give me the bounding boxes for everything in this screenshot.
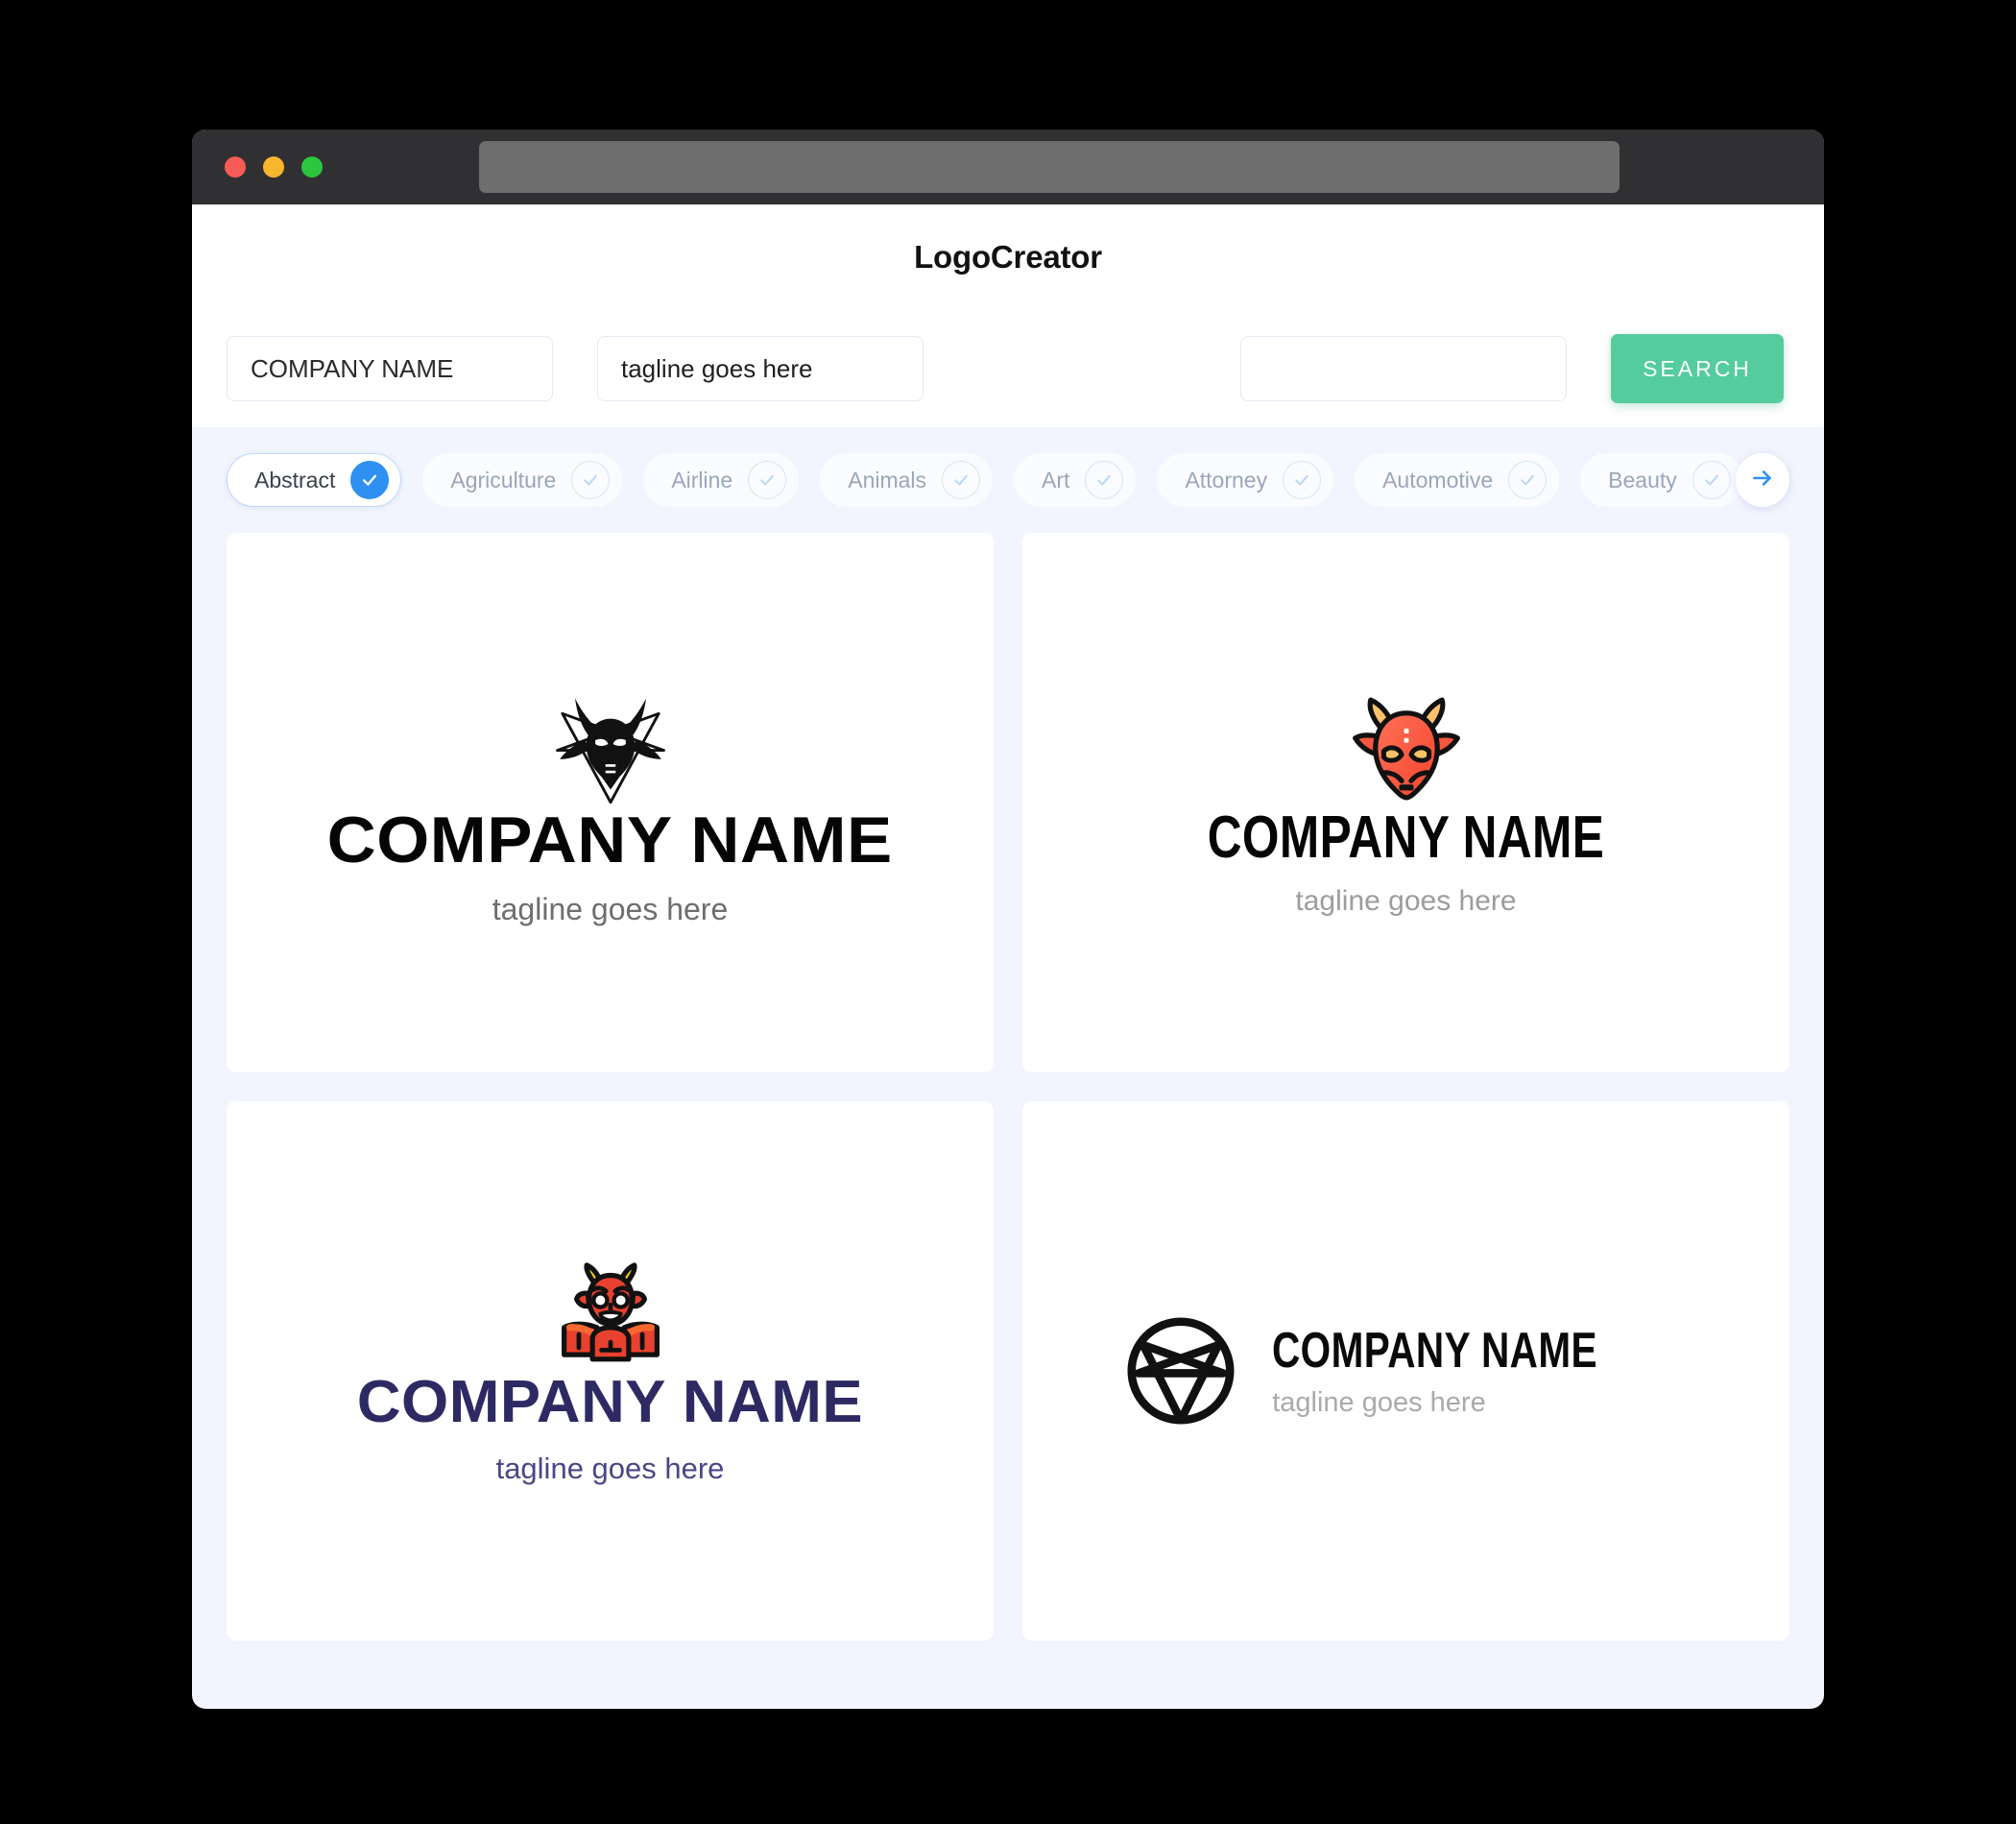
logo-result-card[interactable]: COMPANY NAME tagline goes here <box>227 533 994 1072</box>
logo-preview: COMPANY NAME tagline goes here <box>1122 1312 1690 1429</box>
category-pill-label: Airline <box>671 467 733 492</box>
logo-company-name: COMPANY NAME <box>1272 1322 1598 1379</box>
category-pill-beauty[interactable]: Beauty <box>1580 453 1743 507</box>
category-pill-automotive[interactable]: Automotive <box>1355 453 1560 507</box>
category-pill-label: Attorney <box>1185 467 1268 492</box>
app-header: LogoCreator <box>192 204 1824 310</box>
category-pill-label: Agriculture <box>450 467 557 492</box>
logo-preview: COMPANY NAME tagline goes here <box>357 1260 863 1485</box>
logo-tagline: tagline goes here <box>1295 885 1517 917</box>
category-pill-label: Art <box>1042 467 1070 492</box>
check-outline-icon[interactable] <box>1508 461 1548 499</box>
check-filled-icon[interactable] <box>350 461 390 499</box>
logo-result-card[interactable]: COMPANY NAME tagline goes here <box>1022 533 1789 1072</box>
category-filter-bar[interactable]: Abstract Agriculture Airline Animals Art Atto… <box>192 427 1824 533</box>
category-pill-label: Animals <box>848 467 927 492</box>
screen: LogoCreator SEARCH Abstract Agriculture Ai… <box>0 0 2016 1824</box>
check-outline-icon[interactable] <box>1085 461 1124 499</box>
category-pill-airline[interactable]: Airline <box>643 453 800 507</box>
logo-company-name: COMPANY NAME <box>326 804 894 876</box>
logo-tagline: tagline goes here <box>1272 1386 1486 1418</box>
keyword-input[interactable] <box>1240 336 1567 401</box>
minimize-window-button[interactable] <box>263 156 284 178</box>
search-bar: SEARCH <box>192 310 1824 427</box>
category-pill-label: Automotive <box>1382 467 1494 492</box>
maximize-window-button[interactable] <box>301 156 323 178</box>
logo-preview: COMPANY NAME tagline goes here <box>1158 689 1654 916</box>
logo-company-name: COMPANY NAME <box>1207 804 1605 871</box>
logo-results-grid: COMPANY NAME tagline goes here COMPANY N… <box>192 533 1824 1683</box>
category-pill-label: Abstract <box>254 467 336 492</box>
category-pill-abstract[interactable]: Abstract <box>227 453 402 507</box>
check-outline-icon[interactable] <box>942 461 981 499</box>
logo-tagline: tagline goes here <box>495 1451 725 1485</box>
check-outline-icon[interactable] <box>748 461 787 499</box>
company-name-input[interactable] <box>227 336 553 401</box>
baphomet-pentagram-icon <box>555 698 665 804</box>
check-outline-icon[interactable] <box>1283 461 1322 499</box>
category-pill-agriculture[interactable]: Agriculture <box>422 453 623 507</box>
tagline-input[interactable] <box>597 336 924 401</box>
url-bar[interactable] <box>479 141 1620 193</box>
search-button[interactable]: SEARCH <box>1611 334 1784 403</box>
close-window-button[interactable] <box>225 156 246 178</box>
logo-result-card[interactable]: COMPANY NAME tagline goes here <box>227 1101 994 1641</box>
traffic-lights <box>225 156 323 178</box>
logo-tagline: tagline goes here <box>492 892 729 926</box>
category-pill-attorney[interactable]: Attorney <box>1157 453 1334 507</box>
next-categories-button[interactable] <box>1736 453 1789 507</box>
arrow-right-icon <box>1750 466 1775 495</box>
category-pill-animals[interactable]: Animals <box>820 453 994 507</box>
category-pill-label: Beauty <box>1608 467 1677 492</box>
pentagram-circle-icon <box>1127 1317 1235 1425</box>
logo-preview: COMPANY NAME tagline goes here <box>327 681 893 926</box>
check-outline-icon[interactable] <box>571 461 611 499</box>
check-outline-icon[interactable] <box>1692 461 1731 499</box>
devil-head-icon <box>1352 697 1460 801</box>
browser-titlebar <box>192 130 1824 204</box>
logo-result-card[interactable]: COMPANY NAME tagline goes here <box>1022 1101 1789 1641</box>
page-title: LogoCreator <box>914 239 1102 275</box>
winged-devil-icon <box>561 1261 660 1361</box>
logo-company-name: COMPANY NAME <box>356 1368 864 1435</box>
browser-window: LogoCreator SEARCH Abstract Agriculture Ai… <box>192 130 1824 1709</box>
category-pill-art[interactable]: Art <box>1014 453 1137 507</box>
logo-text-block: COMPANY NAME tagline goes here <box>1272 1326 1690 1417</box>
